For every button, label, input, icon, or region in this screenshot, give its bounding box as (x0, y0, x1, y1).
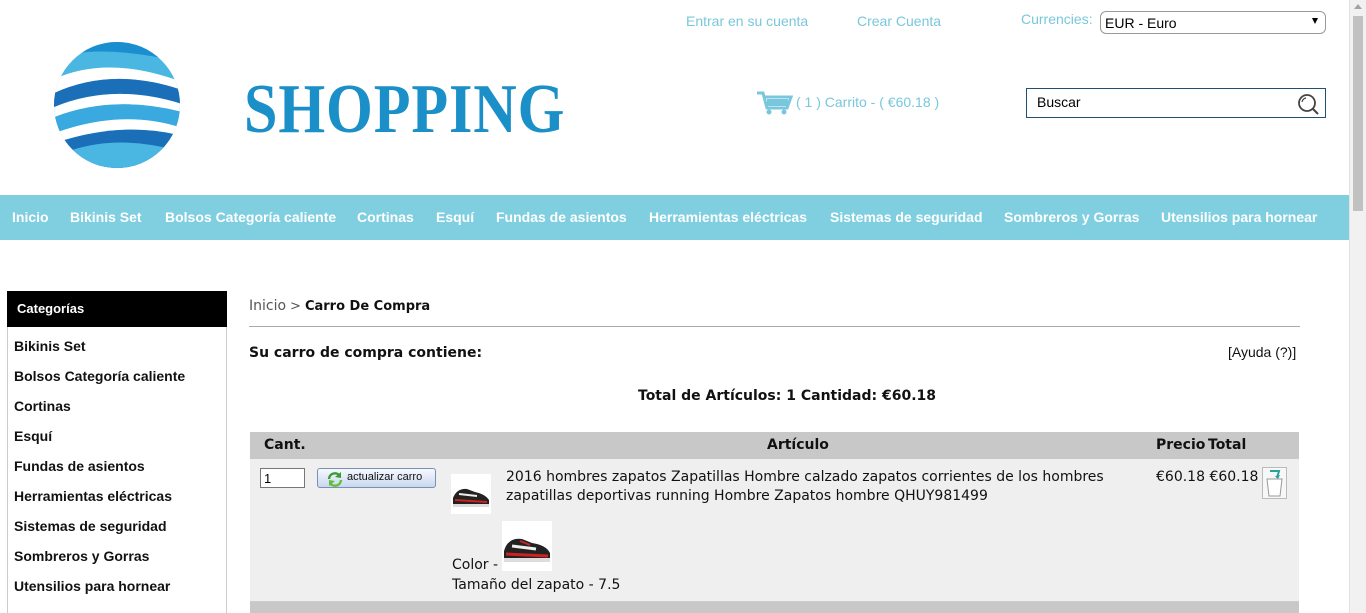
currency-selected-value: EUR - Euro (1105, 15, 1177, 31)
logo-text: SHOPPING (244, 71, 566, 148)
product-color-swatch-image (502, 521, 552, 571)
sidebar-item-sistemas[interactable]: Sistemas de seguridad (14, 518, 167, 534)
scroll-up-arrow-icon[interactable] (1354, 4, 1362, 9)
chevron-down-icon (1312, 18, 1318, 24)
sidebar-item-esqui[interactable]: Esquí (14, 428, 52, 444)
nav-item-fundas[interactable]: Fundas de asientos (496, 209, 627, 225)
breadcrumb-separator: > (290, 299, 301, 314)
unit-price: €60.18 (1156, 469, 1205, 485)
product-description[interactable]: 2016 hombres zapatos Zapatillas Hombre c… (506, 468, 1146, 506)
cart-summary-text: ( 1 ) Carrito - ( €60.18 ) (796, 94, 940, 110)
nav-item-sombreros[interactable]: Sombreros y Gorras (1004, 209, 1139, 225)
vertical-scrollbar[interactable] (1349, 0, 1366, 613)
attribute-size: Tamaño del zapato - 7.5 (452, 577, 621, 593)
trash-icon[interactable] (1262, 467, 1287, 499)
nav-item-bolsos[interactable]: Bolsos Categoría caliente (165, 209, 336, 225)
cart-totals: Total de Artículos: 1 Cantidad: €60.18 (638, 388, 937, 404)
scrollbar-thumb[interactable] (1353, 16, 1363, 211)
sidebar-item-bikinis-set[interactable]: Bikinis Set (14, 338, 86, 354)
create-account-link[interactable]: Crear Cuenta (857, 13, 941, 29)
divider (249, 326, 1300, 327)
product-thumbnail[interactable] (451, 474, 491, 514)
categories-heading: Categorías (7, 291, 227, 327)
sidebar-item-utensilios[interactable]: Utensilios para hornear (14, 578, 170, 594)
breadcrumb: Inicio > Carro De Compra (249, 298, 430, 314)
site-logo[interactable]: SHOPPING (52, 42, 564, 172)
search-icon[interactable] (1297, 93, 1319, 115)
breadcrumb-current: Carro De Compra (304, 299, 431, 314)
nav-item-herramientas[interactable]: Herramientas eléctricas (649, 209, 807, 225)
currency-select[interactable]: EUR - Euro (1100, 11, 1326, 34)
nav-item-utensilios[interactable]: Utensilios para hornear (1161, 209, 1317, 225)
help-link[interactable]: [Ayuda (?)] (1228, 344, 1296, 360)
login-link[interactable]: Entrar en su cuenta (686, 13, 808, 29)
sidebar-item-sombreros[interactable]: Sombreros y Gorras (14, 548, 149, 564)
sidebar-item-cortinas[interactable]: Cortinas (14, 398, 71, 414)
nav-item-sistemas[interactable]: Sistemas de seguridad (830, 209, 983, 225)
column-header-total: Total (1208, 437, 1247, 453)
globe-logo-icon (54, 42, 180, 168)
attribute-color: Color - (452, 557, 499, 573)
search-box (1026, 88, 1326, 118)
update-cart-label: actualizar carro (347, 471, 423, 483)
sidebar-item-bolsos[interactable]: Bolsos Categoría caliente (14, 368, 185, 384)
update-cart-button[interactable]: actualizar carro (317, 468, 436, 488)
main-nav: Inicio Bikinis Set Bolsos Categoría cali… (0, 195, 1349, 240)
search-input[interactable] (1037, 94, 1287, 110)
table-header: Cant. Artículo Precio Total (250, 432, 1299, 459)
column-header-item: Artículo (767, 437, 829, 453)
cart-icon (757, 91, 794, 115)
nav-item-inicio[interactable]: Inicio (12, 209, 49, 225)
sidebar-item-herramientas[interactable]: Herramientas eléctricas (14, 488, 172, 504)
price-values: €60.18 €60.18 (1156, 469, 1258, 485)
nav-item-esqui[interactable]: Esquí (436, 209, 474, 225)
refresh-icon (327, 472, 343, 487)
categories-list: Bikinis Set Bolsos Categoría caliente Co… (7, 327, 227, 613)
nav-item-cortinas[interactable]: Cortinas (357, 209, 414, 225)
cart-contents-heading: Su carro de compra contiene: (249, 345, 483, 361)
nav-item-bikinis-set[interactable]: Bikinis Set (70, 209, 142, 225)
currency-label: Currencies: (1021, 11, 1093, 27)
quantity-input[interactable] (260, 468, 305, 488)
column-header-price: Precio (1156, 437, 1206, 453)
line-total: €60.18 (1209, 469, 1259, 485)
cart-table: Cant. Artículo Precio Total actualizar c… (250, 432, 1299, 613)
sidebar-item-fundas[interactable]: Fundas de asientos (14, 458, 145, 474)
subtotal-row (250, 602, 1299, 613)
column-header-qty: Cant. (264, 437, 306, 453)
breadcrumb-home-link[interactable]: Inicio (249, 298, 286, 314)
